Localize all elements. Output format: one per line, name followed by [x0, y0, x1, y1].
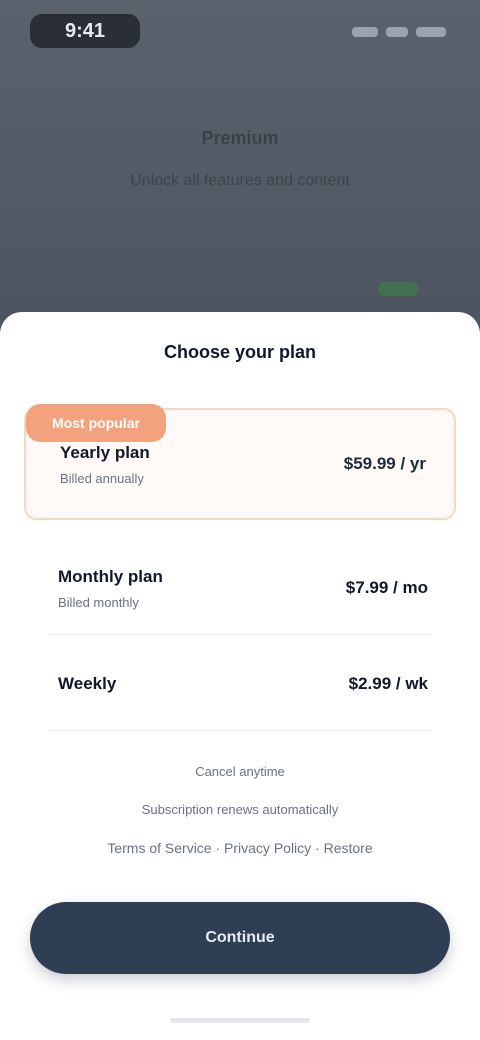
signal-icon — [352, 27, 378, 37]
battery-icon — [416, 27, 446, 37]
most-popular-badge: Most popular — [26, 404, 166, 442]
continue-button[interactable]: Continue — [30, 902, 450, 974]
home-indicator — [170, 1018, 310, 1023]
legal-links[interactable]: Terms of Service · Privacy Policy · Rest… — [0, 840, 480, 856]
status-time: 9:41 — [30, 14, 140, 48]
background-accent — [378, 282, 418, 296]
background-title: Premium — [201, 128, 279, 148]
plan-text: Monthly plan Billed monthly — [58, 567, 163, 610]
plan-bottom-sheet: Choose your plan Yearly plan Billed annu… — [0, 312, 480, 1040]
plan-text: Weekly — [58, 674, 116, 694]
status-icons — [350, 22, 446, 42]
plan-name: Weekly — [58, 674, 117, 693]
plan-text: Yearly plan Billed annually — [60, 443, 150, 486]
plan-price: $7.99 / mo — [345, 578, 428, 597]
plan-price: $59.99 / yr — [343, 454, 426, 473]
plan-name: Yearly plan — [60, 442, 150, 462]
status-bar: 9:41 — [0, 0, 480, 70]
plan-name: Monthly plan — [58, 566, 163, 586]
plan-price: $2.99 / wk — [348, 674, 428, 693]
plan-option-monthly[interactable]: Monthly plan Billed monthly $7.99 / mo — [24, 538, 456, 638]
sheet-title: Choose your plan — [163, 342, 316, 362]
plan-option-weekly[interactable]: Weekly $2.99 / wk — [24, 634, 456, 734]
cancel-note: Cancel anytime — [195, 764, 285, 779]
plan-subtitle: Billed monthly — [58, 594, 139, 610]
plan-subtitle: Billed annually — [60, 470, 144, 486]
divider — [48, 730, 432, 731]
backdrop[interactable]: 9:41 Premium Unlock all features and con… — [0, 0, 480, 330]
wifi-icon — [386, 27, 408, 37]
renewal-note: Subscription renews automatically — [141, 802, 339, 817]
background-subtitle: Unlock all features and content — [130, 172, 350, 189]
